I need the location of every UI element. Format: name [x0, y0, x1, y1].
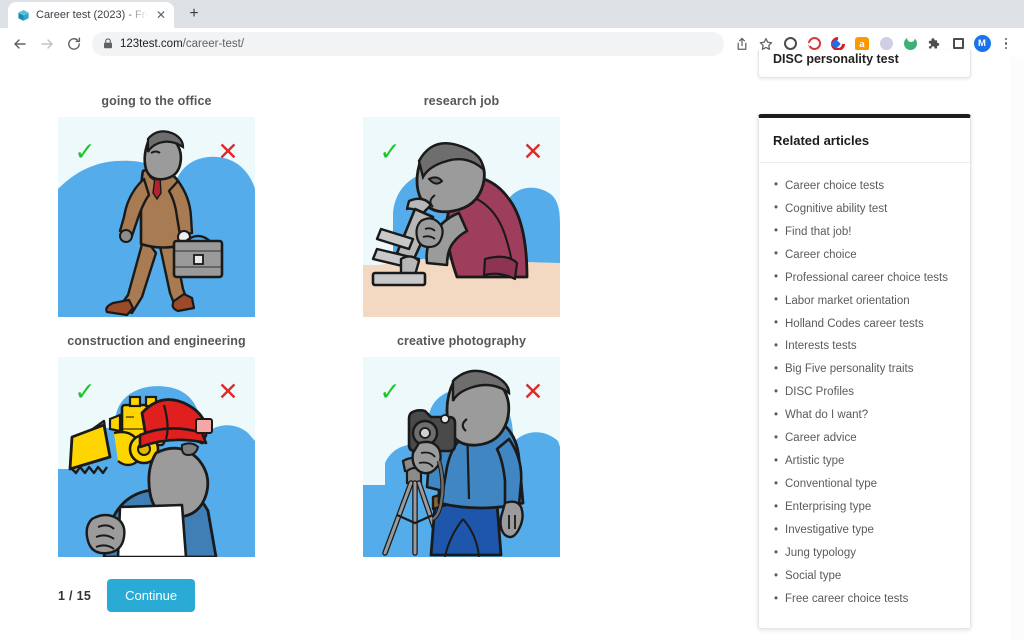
- tab-strip: Career test (2023) - Free onlin ✕ +: [0, 0, 1024, 28]
- list-item[interactable]: Professional career choice tests: [774, 267, 956, 290]
- tab-title: Career test (2023) - Free onlin: [36, 9, 148, 21]
- forward-button: [34, 31, 60, 57]
- quiz-card: construction and engineering ✓ ✕: [58, 327, 255, 557]
- address-bar[interactable]: 123test.com/career-test/: [92, 31, 724, 56]
- list-item[interactable]: Cognitive ability test: [774, 198, 956, 221]
- quiz-card-title: research job: [423, 94, 500, 108]
- disc-personality-title: DISC personality test: [773, 52, 899, 66]
- back-button[interactable]: [7, 31, 33, 57]
- list-item[interactable]: Career advice: [774, 428, 956, 451]
- answer-no-icon[interactable]: ✕: [215, 379, 241, 405]
- list-item[interactable]: Enterprising type: [774, 497, 956, 520]
- answer-yes-icon[interactable]: ✓: [377, 139, 403, 165]
- list-item[interactable]: Find that job!: [774, 221, 956, 244]
- url-host: 123test.com: [120, 37, 183, 50]
- answer-yes-icon[interactable]: ✓: [377, 379, 403, 405]
- sidebar: DISC personality test Related articles C…: [744, 50, 1024, 640]
- list-item[interactable]: Career choice tests: [774, 175, 956, 198]
- list-item[interactable]: What do I want?: [774, 405, 956, 428]
- page-scrollbar[interactable]: [1011, 57, 1024, 640]
- browser-tab[interactable]: Career test (2023) - Free onlin ✕: [8, 2, 174, 28]
- quiz-card: research job ✓ ✕: [363, 87, 560, 317]
- illustration-microscope-researcher[interactable]: ✓ ✕: [363, 117, 560, 317]
- list-item[interactable]: Conventional type: [774, 474, 956, 497]
- quiz-footer: 1 / 15 Continue: [58, 579, 744, 612]
- new-tab-button[interactable]: +: [181, 1, 207, 27]
- list-item[interactable]: Free career choice tests: [774, 589, 956, 612]
- answer-yes-icon[interactable]: ✓: [72, 379, 98, 405]
- list-item[interactable]: Big Five personality traits: [774, 359, 956, 382]
- list-item[interactable]: Artistic type: [774, 451, 956, 474]
- answer-no-icon[interactable]: ✕: [215, 139, 241, 165]
- chrome-menu-icon[interactable]: [995, 33, 1017, 55]
- illustration-photographer[interactable]: ✓ ✕: [363, 357, 560, 557]
- related-articles-card: Related articles Career choice tests Cog…: [758, 114, 971, 629]
- list-item[interactable]: Interests tests: [774, 336, 956, 359]
- share-icon[interactable]: [731, 33, 753, 55]
- related-articles-heading: Related articles: [759, 118, 970, 163]
- quiz-card-title: creative photography: [396, 334, 527, 348]
- quiz-content: going to the office ✓ ✕ research job ✓ ✕…: [0, 57, 744, 640]
- answer-yes-icon[interactable]: ✓: [72, 139, 98, 165]
- avatar-initial: M: [973, 35, 991, 52]
- close-icon[interactable]: ✕: [154, 8, 168, 22]
- quiz-card-title: construction and engineering: [67, 334, 246, 348]
- list-item[interactable]: Jung typology: [774, 543, 956, 566]
- browser-window: Career test (2023) - Free onlin ✕ + 123t…: [0, 0, 1024, 640]
- related-articles-list: Career choice tests Cognitive ability te…: [759, 163, 970, 628]
- list-item[interactable]: Labor market orientation: [774, 290, 956, 313]
- list-item[interactable]: DISC Profiles: [774, 382, 956, 405]
- quiz-card: going to the office ✓ ✕: [58, 87, 255, 317]
- list-item[interactable]: Social type: [774, 566, 956, 589]
- avatar[interactable]: M: [971, 33, 993, 55]
- disc-personality-card[interactable]: DISC personality test: [758, 50, 971, 78]
- illustration-construction-worker[interactable]: ✓ ✕: [58, 357, 255, 557]
- page-viewport: going to the office ✓ ✕ research job ✓ ✕…: [0, 50, 1024, 640]
- list-item[interactable]: Investigative type: [774, 520, 956, 543]
- illustration-office-walker[interactable]: ✓ ✕: [58, 117, 255, 317]
- quiz-card: creative photography ✓ ✕: [363, 327, 560, 557]
- url-text: 123test.com/career-test/: [120, 38, 244, 50]
- reload-button[interactable]: [61, 31, 87, 57]
- answer-no-icon[interactable]: ✕: [520, 379, 546, 405]
- list-item[interactable]: Career choice: [774, 244, 956, 267]
- quiz-grid: going to the office ✓ ✕ research job ✓ ✕…: [58, 87, 744, 557]
- url-path: /career-test/: [182, 37, 245, 50]
- continue-button[interactable]: Continue: [107, 579, 196, 612]
- cube-favicon: [17, 9, 30, 22]
- lock-icon: [103, 38, 113, 49]
- quiz-card-title: going to the office: [101, 94, 212, 108]
- list-item[interactable]: Holland Codes career tests: [774, 313, 956, 336]
- question-counter: 1 / 15: [58, 588, 92, 603]
- answer-no-icon[interactable]: ✕: [520, 139, 546, 165]
